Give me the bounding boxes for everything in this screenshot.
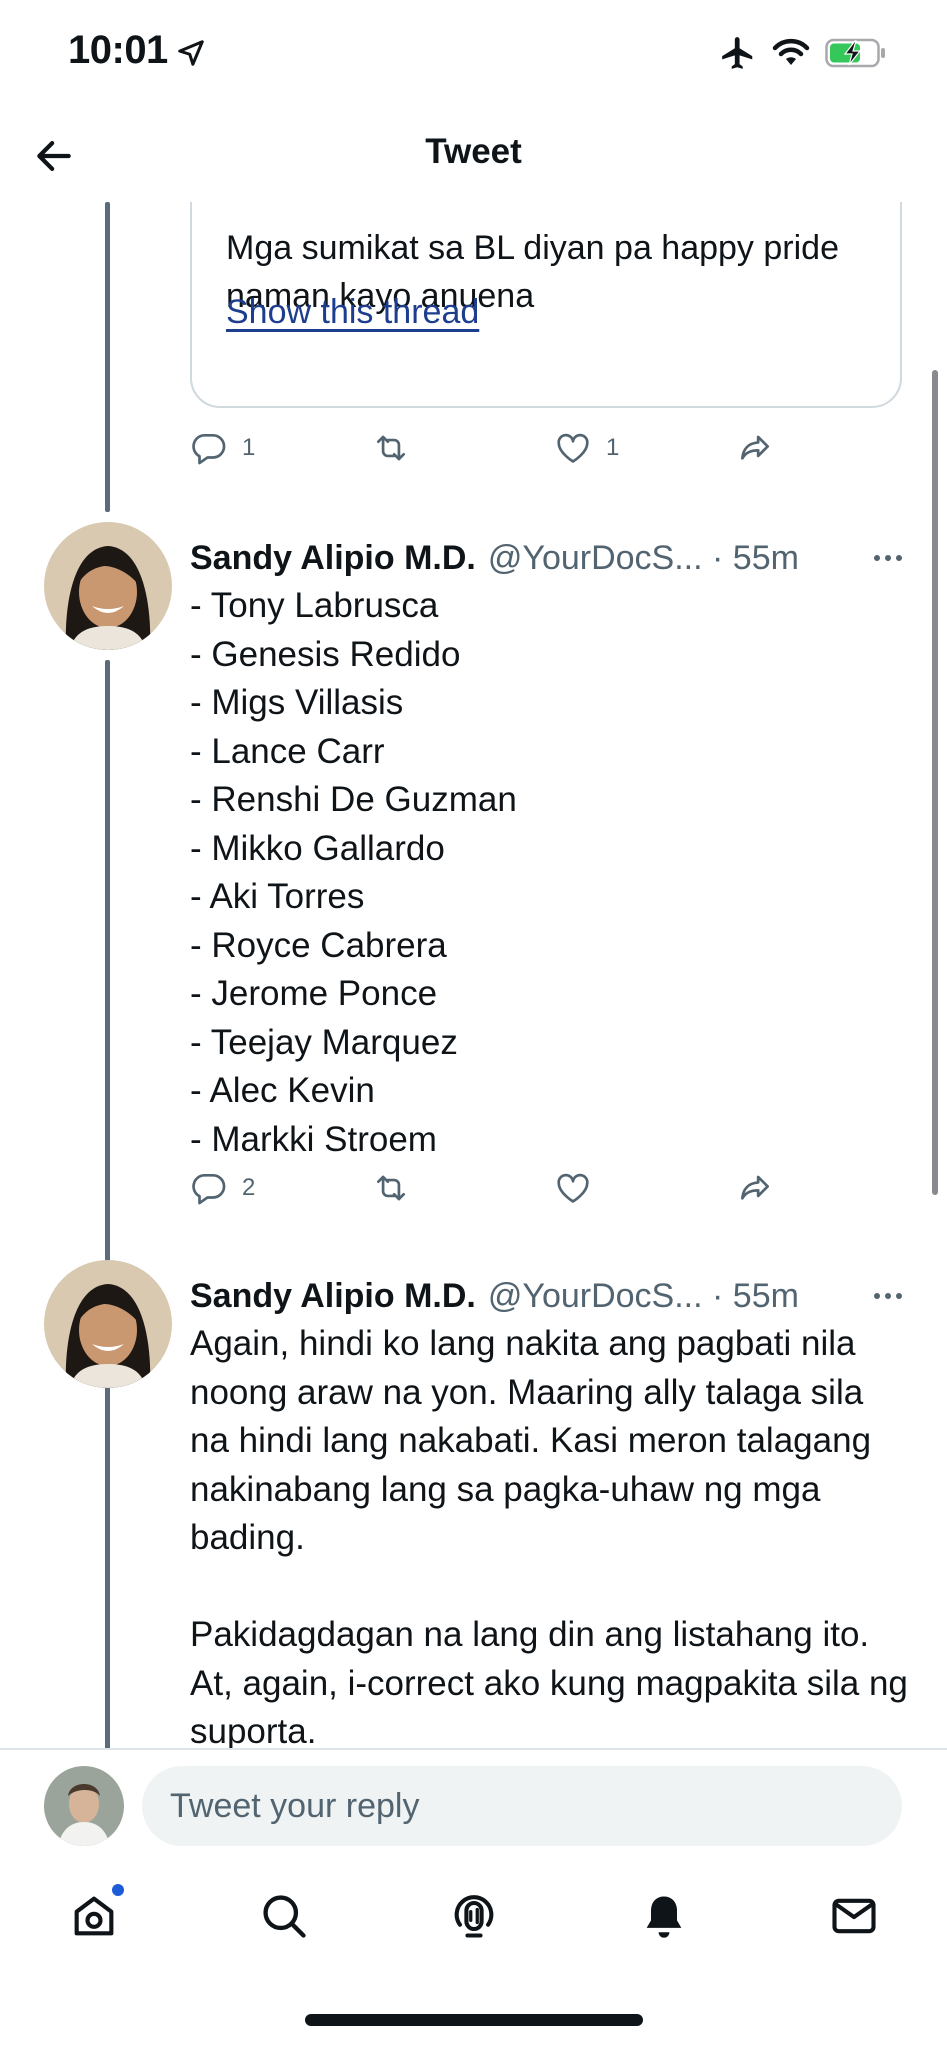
quoted-tweet-card[interactable]: Mga sumikat sa BL diyan pa happy pride n… xyxy=(190,202,902,408)
tweet-actions: 2 xyxy=(190,1162,790,1214)
reply-count: 2 xyxy=(242,1174,256,1201)
location-arrow-icon xyxy=(178,40,204,66)
tweet-actions: 1 1 xyxy=(190,422,790,474)
tab-spaces[interactable] xyxy=(434,1876,514,1956)
spaces-icon xyxy=(454,1895,494,1938)
author-handle-time[interactable]: @YourDocS... · 55m xyxy=(488,1277,799,1316)
reply-input[interactable] xyxy=(142,1766,902,1846)
share-button[interactable] xyxy=(734,1162,776,1214)
airplane-icon xyxy=(722,37,753,69)
status-bar: 10:01 xyxy=(0,0,947,110)
profile-photo xyxy=(44,1260,172,1388)
share-button[interactable] xyxy=(734,422,776,474)
wifi-icon xyxy=(772,38,810,65)
retweet-icon xyxy=(376,1175,406,1201)
like-button[interactable] xyxy=(554,1162,592,1214)
home-icon xyxy=(74,1896,114,1936)
reply-count: 1 xyxy=(242,434,256,461)
notifications-icon xyxy=(646,1896,682,1938)
nav-bar: Tweet xyxy=(0,110,947,202)
my-avatar[interactable] xyxy=(44,1766,124,1846)
tab-search[interactable] xyxy=(244,1876,324,1956)
profile-photo xyxy=(44,1766,124,1846)
tab-bar xyxy=(0,1856,947,1976)
search-icon xyxy=(263,1895,306,1938)
reply-icon xyxy=(192,433,226,465)
tweet-text: - Tony Labrusca - Genesis Redido - Migs … xyxy=(190,586,517,1159)
retweet-button[interactable] xyxy=(370,422,426,474)
battery-charging-icon xyxy=(825,38,885,68)
home-indicator xyxy=(305,2014,643,2026)
tweet-header: Sandy Alipio M.D. @YourDocS... · 55m xyxy=(190,534,910,582)
reply-bar xyxy=(0,1748,947,1856)
profile-photo xyxy=(44,522,172,650)
messages-icon xyxy=(832,1898,876,1934)
tweet[interactable]: Sandy Alipio M.D. @YourDocS... · 55m - T… xyxy=(0,522,947,1159)
show-thread-link[interactable]: Show this thread xyxy=(226,288,479,336)
author-name[interactable]: Sandy Alipio M.D. xyxy=(190,1277,476,1316)
more-options-button[interactable] xyxy=(866,538,910,578)
reply-icon xyxy=(192,1173,226,1205)
tab-notifications[interactable] xyxy=(624,1876,704,1956)
share-icon xyxy=(740,1175,770,1200)
tweet-header: Sandy Alipio M.D. @YourDocS... · 55m xyxy=(190,1272,910,1320)
share-icon xyxy=(740,435,770,460)
retweet-button[interactable] xyxy=(370,1162,412,1214)
tweet-text: Again, hindi ko lang nakita ang pagbati … xyxy=(190,1324,908,1748)
more-options-button[interactable] xyxy=(866,1276,910,1316)
notification-badge xyxy=(112,1884,124,1896)
tweet[interactable]: Sandy Alipio M.D. @YourDocS... · 55m Aga… xyxy=(0,1260,947,1748)
author-name[interactable]: Sandy Alipio M.D. xyxy=(190,539,476,578)
heart-icon xyxy=(557,1173,589,1203)
tweet-thread[interactable]: Mga sumikat sa BL diyan pa happy pride n… xyxy=(0,202,947,1748)
like-count: 1 xyxy=(606,434,620,461)
author-handle-time[interactable]: @YourDocS... · 55m xyxy=(488,539,799,578)
scrollbar[interactable] xyxy=(932,370,938,1195)
heart-icon xyxy=(557,433,589,463)
reply-button[interactable]: 1 xyxy=(190,422,255,474)
status-time: 10:01 xyxy=(68,28,168,72)
tab-messages[interactable] xyxy=(814,1876,894,1956)
like-button[interactable]: 1 xyxy=(554,422,619,474)
avatar[interactable] xyxy=(44,1260,172,1388)
avatar[interactable] xyxy=(44,522,172,650)
thread-line xyxy=(105,202,110,512)
retweet-icon xyxy=(376,435,406,461)
reply-button[interactable]: 2 xyxy=(190,1162,255,1214)
page-title: Tweet xyxy=(425,132,522,171)
status-icons xyxy=(719,34,887,72)
